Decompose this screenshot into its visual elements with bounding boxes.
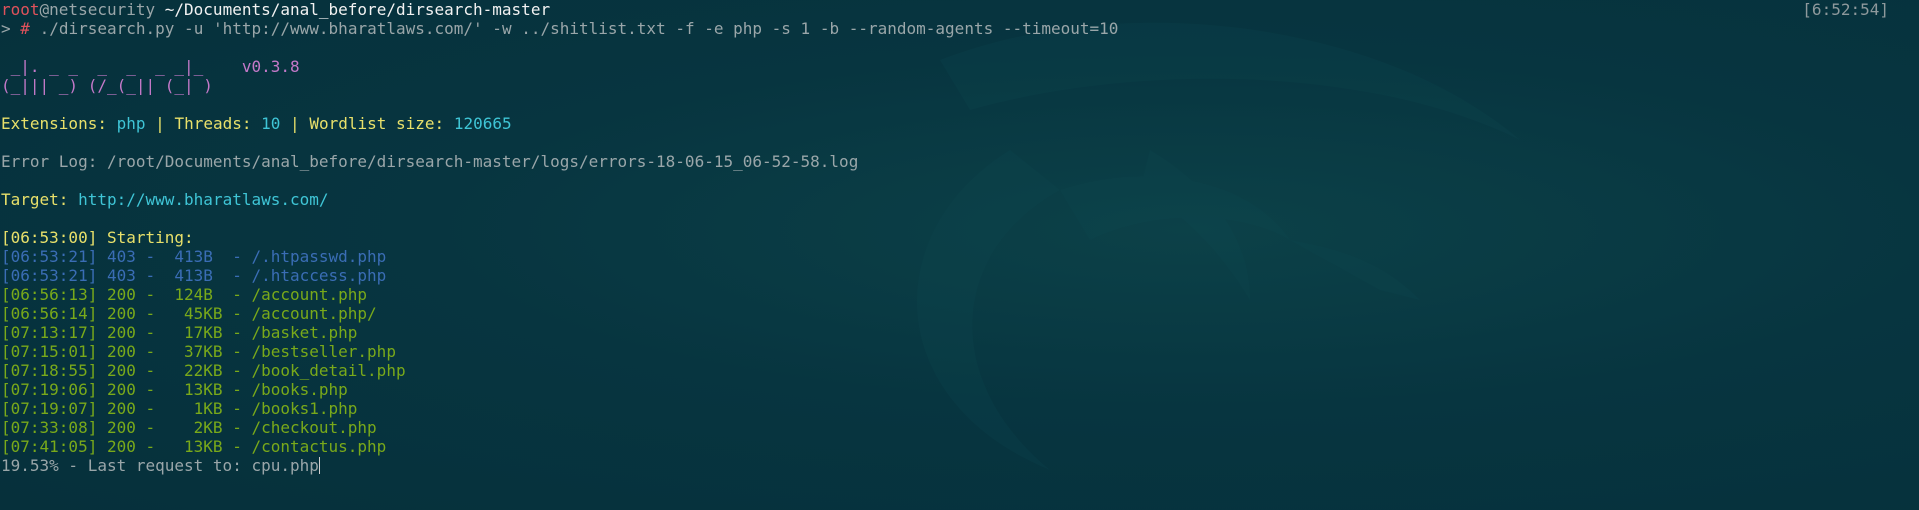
result-row: [07:19:07] 200 - 1KB - /books1.php <box>1 399 358 418</box>
error-log-line: Error Log: /root/Documents/anal_before/d… <box>1 152 859 171</box>
config-line: Extensions: php | Threads: 10 | Wordlist… <box>1 114 1919 133</box>
command-text: ./dirsearch.py -u 'http://www.bharatlaws… <box>39 19 1119 38</box>
extensions-value: php <box>116 114 146 133</box>
prompt-arrow: > <box>1 19 11 38</box>
separator-2: | <box>290 114 300 133</box>
starting-line: [06:53:00] Starting: <box>1 228 194 247</box>
result-row: [07:41:05] 200 - 13KB - /contactus.php <box>1 437 387 456</box>
result-row: [07:18:55] 200 - 22KB - /book_detail.php <box>1 361 406 380</box>
prompt-line: root@netsecurity ~/Documents/anal_before… <box>1 0 1919 19</box>
banner-version: v0.3.8 <box>241 57 300 76</box>
progress-line: 19.53% - Last request to: cpu.php <box>1 456 1919 475</box>
wordlist-value: 120665 <box>453 114 512 133</box>
result-row: [06:53:21] 403 - 413B - /.htpasswd.php <box>1 247 387 266</box>
result-row: [07:33:08] 200 - 2KB - /checkout.php <box>1 418 377 437</box>
result-row: [06:53:21] 403 - 413B - /.htaccess.php <box>1 266 387 285</box>
separator-1: | <box>155 114 165 133</box>
banner-line-1: _|. _ _ _ _ _ _|_ v0.3.8 <box>1 57 1919 76</box>
prompt-hash: # <box>20 19 30 38</box>
text-cursor <box>318 457 320 474</box>
result-row: [07:19:06] 200 - 13KB - /books.php <box>1 380 348 399</box>
banner-line-2: (_||| _) (/_(_|| (_| ) <box>1 76 213 95</box>
command-line: > # ./dirsearch.py -u 'http://www.bharat… <box>1 19 1919 38</box>
prompt-user: root <box>1 0 40 19</box>
threads-label: Threads: <box>174 114 252 133</box>
target-label: Target: <box>1 190 69 209</box>
wordlist-label: Wordlist size: <box>309 114 445 133</box>
prompt-path: ~/Documents/anal_before/dirsearch-master <box>164 0 551 19</box>
prompt-host: @netsecurity <box>39 0 156 19</box>
target-url: http://www.bharatlaws.com/ <box>78 190 329 209</box>
progress-text: 19.53% - Last request to: cpu.php <box>1 456 319 475</box>
extensions-label: Extensions: <box>1 114 107 133</box>
threads-value: 10 <box>261 114 281 133</box>
banner-art-1: _|. _ _ _ _ _ _|_ <box>1 57 204 76</box>
result-row: [07:13:17] 200 - 17KB - /basket.php <box>1 323 358 342</box>
target-line: Target: http://www.bharatlaws.com/ <box>1 190 1919 209</box>
result-row: [07:15:01] 200 - 37KB - /bestseller.php <box>1 342 396 361</box>
result-row: [06:56:13] 200 - 124B - /account.php <box>1 285 368 304</box>
result-row: [06:56:14] 200 - 45KB - /account.php/ <box>1 304 377 323</box>
terminal-output[interactable]: root@netsecurity ~/Documents/anal_before… <box>1 0 1919 475</box>
